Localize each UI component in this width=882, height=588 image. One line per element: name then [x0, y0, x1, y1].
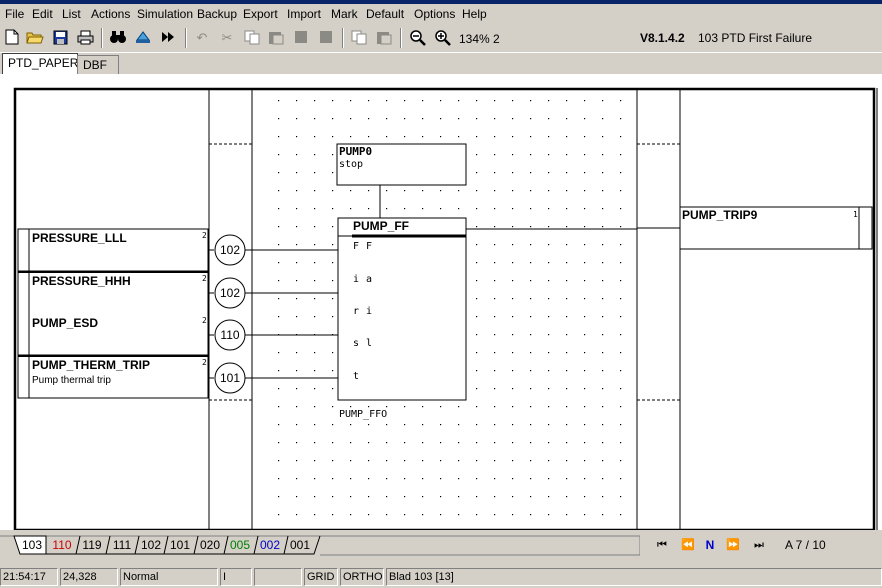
- menu-actions[interactable]: Actions: [91, 7, 130, 21]
- block-alt-icon[interactable]: [317, 28, 335, 46]
- svg-text:l: l: [366, 338, 372, 349]
- input-pump-therm-trip[interactable]: PUMP_THERM_TRIP Pump thermal trip 2: [17, 354, 209, 399]
- zoom-level: 134% 2: [459, 32, 500, 46]
- menu-help[interactable]: Help: [462, 7, 487, 21]
- menu-mark[interactable]: Mark: [331, 7, 358, 21]
- next-page-icon[interactable]: ⏩: [723, 536, 743, 554]
- status-empty: [254, 568, 302, 586]
- zoom-in-icon[interactable]: [433, 28, 451, 46]
- sheet-tab-102[interactable]: 102: [137, 536, 165, 554]
- output-ref: 1: [853, 210, 858, 219]
- input-name: PRESSURE_LLL: [32, 231, 127, 245]
- menu-file[interactable]: File: [5, 7, 24, 21]
- status-ortho[interactable]: ORTHO: [340, 568, 384, 586]
- input-pressure-lll[interactable]: PRESSURE_LLL 2: [17, 228, 209, 272]
- svg-text:t: t: [353, 371, 359, 382]
- open-folder-icon[interactable]: [26, 28, 44, 46]
- block-name: PUMP_FF: [353, 219, 409, 233]
- svg-text:s: s: [353, 338, 359, 349]
- status-insert: I: [220, 568, 252, 586]
- sheet-tab-111[interactable]: 111: [108, 536, 136, 554]
- toolbar-separator: [185, 28, 187, 48]
- input-description: Pump thermal trip: [32, 375, 111, 386]
- menu-options[interactable]: Options: [414, 7, 455, 21]
- menu-edit[interactable]: Edit: [32, 7, 53, 21]
- menu-bar: File Edit List Actions Simulation Backup…: [0, 4, 882, 24]
- binoculars-icon[interactable]: [109, 28, 127, 46]
- input-ref: 2: [202, 231, 207, 240]
- block-icon[interactable]: [292, 28, 310, 46]
- undo-icon[interactable]: ↶: [193, 28, 211, 46]
- output-name: PUMP_TRIP9: [682, 208, 758, 222]
- tab-dbf[interactable]: DBF: [77, 55, 119, 74]
- menu-list[interactable]: List: [62, 7, 81, 21]
- toolbar-separator: [400, 28, 402, 48]
- paste-icon[interactable]: [267, 28, 285, 46]
- input-pressure-hhh[interactable]: PRESSURE_HHH 2: [17, 270, 209, 356]
- sheet-tab-103[interactable]: 103: [18, 536, 46, 554]
- svg-text:a: a: [366, 274, 372, 285]
- toolbar-separator: [342, 28, 344, 48]
- sheet-tab-101[interactable]: 101: [166, 536, 194, 554]
- previous-page-icon[interactable]: ⏪: [678, 536, 698, 554]
- diagram-canvas[interactable]: PRESSURE_LLL 2 PRESSURE_HHH 2 PUMP_ESD 2…: [0, 74, 882, 530]
- input-name: PRESSURE_HHH: [32, 274, 131, 288]
- connector-number: 110: [220, 328, 239, 342]
- sheet-tab-110[interactable]: 110: [48, 536, 76, 554]
- save-icon[interactable]: [51, 28, 69, 46]
- menu-export[interactable]: Export: [243, 7, 278, 21]
- input-ref: 2: [202, 316, 207, 325]
- copy-icon[interactable]: [243, 28, 261, 46]
- input-name: PUMP_ESD: [32, 316, 98, 330]
- tab-ptd-paper[interactable]: PTD_PAPER: [2, 53, 78, 75]
- copy-sheet-icon[interactable]: [350, 28, 368, 46]
- svg-text:r: r: [353, 306, 359, 317]
- sheet-tab-001[interactable]: 001: [286, 536, 314, 554]
- svg-text:F: F: [353, 241, 359, 252]
- input-ref: 2: [202, 274, 207, 283]
- first-page-icon[interactable]: ⏮: [652, 536, 672, 554]
- zoom-out-icon[interactable]: [408, 28, 426, 46]
- print-icon[interactable]: [76, 28, 94, 46]
- output-pump-trip9[interactable]: PUMP_TRIP9 1: [679, 206, 873, 250]
- refresh-icon[interactable]: [134, 28, 152, 46]
- sheet-tab-020[interactable]: 020: [196, 536, 224, 554]
- status-time: 21:54:17: [0, 568, 58, 586]
- menu-import[interactable]: Import: [287, 7, 321, 21]
- new-file-icon[interactable]: [3, 28, 21, 46]
- svg-text:F: F: [366, 241, 372, 252]
- svg-text:i: i: [366, 306, 372, 317]
- sheet-tab-005[interactable]: 005: [226, 536, 254, 554]
- connector-number: 102: [220, 243, 240, 257]
- svg-text:i: i: [353, 274, 359, 285]
- sheet-tab-002[interactable]: 002: [256, 536, 284, 554]
- sheet-tab-119[interactable]: 119: [78, 536, 106, 554]
- status-bar: 21:54:17 24,328 Normal I GRID ORTHO Blad…: [0, 566, 882, 588]
- page-indicator: A 7 / 10: [785, 538, 826, 552]
- block-name: PUMP0: [339, 145, 372, 158]
- cut-icon[interactable]: ✂: [218, 28, 236, 46]
- last-page-icon[interactable]: ⏭: [749, 536, 769, 554]
- status-coords: 24,328: [60, 568, 118, 586]
- status-sheet: Blad 103 [13]: [386, 568, 882, 586]
- document-title: 103 PTD First Failure: [698, 31, 813, 45]
- menu-simulation[interactable]: Simulation: [137, 7, 193, 21]
- instance-name: PUMP_FFO: [339, 409, 387, 420]
- paste-sheet-icon[interactable]: [375, 28, 393, 46]
- connector-number: 101: [220, 371, 240, 385]
- toolbar-separator: [101, 28, 103, 48]
- input-name: PUMP_THERM_TRIP: [32, 358, 150, 372]
- toolbar: ↶ ✂ 134% 2 V8.1.4.2 103 PTD First Failur…: [0, 24, 882, 53]
- input-ref: 2: [202, 358, 207, 367]
- connector-number: 102: [220, 286, 240, 300]
- menu-backup[interactable]: Backup: [197, 7, 237, 21]
- sheet-tab-bar: 103 110 119 111 102 101 020 005 002 001 ⏮ ⏪ N ⏩ ⏭…: [0, 530, 882, 564]
- menu-default[interactable]: Default: [366, 7, 404, 21]
- status-mode: Normal: [120, 568, 218, 586]
- version-label: V8.1.4.2: [640, 31, 685, 45]
- block-description: stop: [339, 159, 363, 170]
- status-grid[interactable]: GRID: [304, 568, 338, 586]
- run-icon[interactable]: [159, 28, 177, 46]
- nav-mode-indicator[interactable]: N: [700, 536, 720, 554]
